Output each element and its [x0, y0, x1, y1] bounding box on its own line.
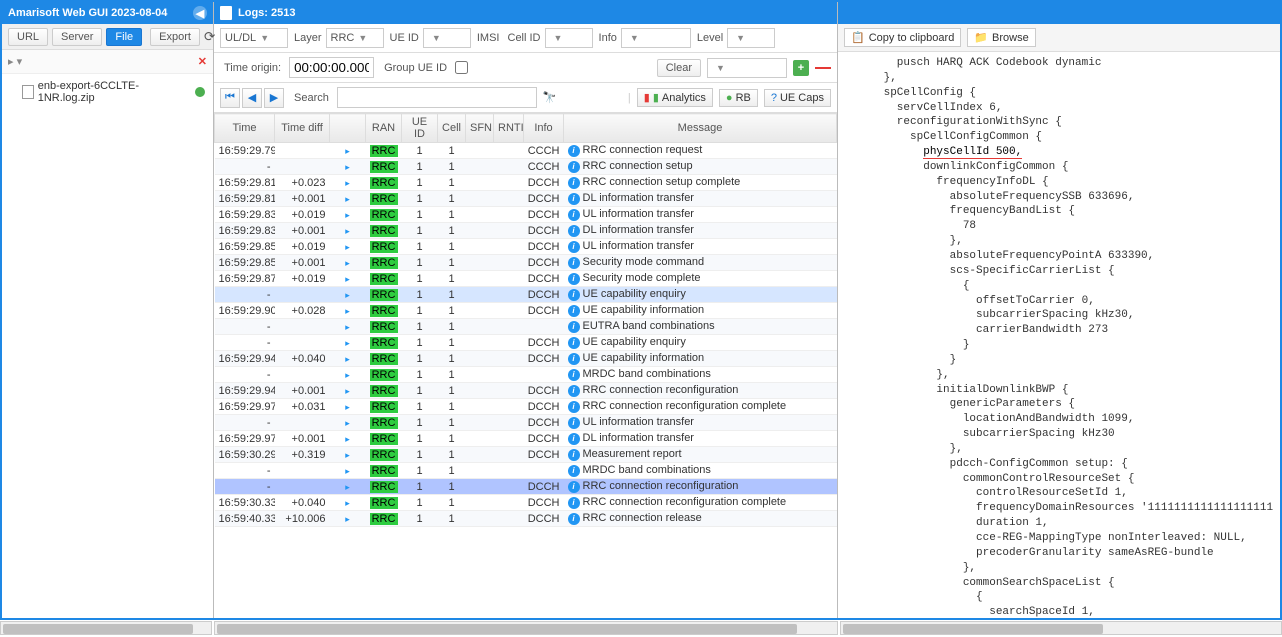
tab-server[interactable]: Server [52, 28, 102, 46]
browse-button[interactable]: 📁Browse [967, 28, 1035, 47]
analytics-tab[interactable]: ▮▮Analytics [637, 88, 713, 107]
clipboard-icon: 📋 [851, 31, 865, 44]
level-combo[interactable]: ▼ [727, 28, 775, 48]
file-tree: enb-export-6CCLTE-1NR.log.zip [2, 74, 213, 110]
log-row[interactable]: -▸RRC11DCCHiUE capability enquiry [215, 287, 837, 303]
log-row[interactable]: 16:59:29.942+0.001▸RRC11DCCHiRRC connect… [215, 383, 837, 399]
time-origin-input[interactable] [289, 57, 374, 78]
log-row[interactable]: -▸RRC11CCCHiRRC connection setup [215, 159, 837, 175]
log-row[interactable]: 16:59:29.854+0.001▸RRC11DCCHiSecurity mo… [215, 255, 837, 271]
log-row[interactable]: 16:59:29.833+0.019▸RRC11DCCHiUL informat… [215, 207, 837, 223]
log-row[interactable]: 16:59:29.901+0.028▸RRC11DCCHiUE capabili… [215, 303, 837, 319]
info-combo[interactable]: ▼ [621, 28, 691, 48]
doc-icon [220, 6, 232, 20]
collapse-left-icon[interactable]: ◀ [193, 6, 207, 20]
log-row[interactable]: -▸RRC11iMRDC band combinations [215, 367, 837, 383]
detail-titlebar [838, 2, 1280, 24]
log-row[interactable]: 16:59:29.814+0.001▸RRC11DCCHiDL informat… [215, 191, 837, 207]
nav-first-icon[interactable]: ⏮ [220, 88, 240, 108]
check-icon [195, 87, 205, 97]
app-title: Amarisoft Web GUI 2023-08-04 [8, 7, 167, 19]
log-grid[interactable]: TimeTime diff RANUE IDCellSFNRNTIInfoMess… [214, 113, 837, 618]
time-origin-label: Time origin: [224, 62, 281, 74]
search-input[interactable] [337, 87, 537, 108]
col-header[interactable] [330, 114, 366, 143]
col-header[interactable]: UE ID [402, 114, 438, 143]
tree-item[interactable]: enb-export-6CCLTE-1NR.log.zip [6, 78, 209, 106]
filter-bar: UL/DL▼ Layer RRC▼ UE ID ▼ IMSI Cell ID ▼… [214, 24, 837, 53]
col-header[interactable]: RNTI [494, 114, 524, 143]
message-detail[interactable]: pusch HARQ ACK Codebook dynamic }, spCel… [838, 52, 1280, 618]
col-header[interactable]: Cell [438, 114, 466, 143]
ueid-combo[interactable]: ▼ [423, 28, 471, 48]
tab-url[interactable]: URL [8, 28, 48, 46]
remove-icon[interactable] [815, 67, 831, 69]
col-header[interactable]: SFN [466, 114, 494, 143]
copy-clipboard-button[interactable]: 📋Copy to clipboard [844, 28, 961, 47]
log-row[interactable]: -▸RRC11iEUTRA band combinations [215, 319, 837, 335]
log-row[interactable]: -▸RRC11DCCHiRRC connection reconfigurati… [215, 479, 837, 495]
detail-toolbar: 📋Copy to clipboard 📁Browse [838, 24, 1280, 52]
log-row[interactable]: 16:59:29.941+0.040▸RRC11DCCHiUE capabili… [215, 351, 837, 367]
horizontal-scrollbars[interactable] [0, 621, 1282, 637]
log-row[interactable]: -▸RRC11iMRDC band combinations [215, 463, 837, 479]
tree-toolbar: ▸ ▾ ✕ [2, 50, 213, 74]
col-header[interactable]: Time [215, 114, 275, 143]
info-label: Info [599, 32, 617, 44]
binoculars-icon[interactable]: 🔭 [543, 91, 557, 104]
file-icon [22, 85, 34, 99]
tree-item-label: enb-export-6CCLTE-1NR.log.zip [38, 80, 192, 104]
cellid-combo[interactable]: ▼ [545, 28, 593, 48]
log-row[interactable]: 16:59:29.790▸RRC11CCCHiRRC connection re… [215, 143, 837, 159]
uecaps-tab[interactable]: ?UE Caps [764, 89, 831, 107]
uldl-combo[interactable]: UL/DL▼ [220, 28, 288, 48]
logs-panel: Logs: 2513 UL/DL▼ Layer RRC▼ UE ID ▼ IMS… [214, 2, 838, 618]
logs-title: Logs: 2513 [238, 7, 295, 19]
log-row[interactable]: -▸RRC11DCCHiUL information transfer [215, 415, 837, 431]
search-bar: ⏮ ◀ ▶ Search 🔭 | ▮▮Analytics ●RB ?UE Cap… [214, 83, 837, 113]
folder-icon: 📁 [974, 31, 988, 44]
log-row[interactable]: 16:59:29.974+0.001▸RRC11DCCHiDL informat… [215, 431, 837, 447]
logs-titlebar: Logs: 2513 [214, 2, 837, 24]
group-ueid-checkbox[interactable] [455, 61, 468, 74]
search-label: Search [294, 92, 329, 104]
layer-combo[interactable]: RRC▼ [326, 28, 384, 48]
log-row[interactable]: 16:59:29.834+0.001▸RRC11DCCHiDL informat… [215, 223, 837, 239]
group-ueid-label: Group UE ID [384, 62, 447, 74]
col-header[interactable]: Info [524, 114, 564, 143]
nav-next-icon[interactable]: ▶ [264, 88, 284, 108]
app-titlebar: Amarisoft Web GUI 2023-08-04 ◀ [2, 2, 213, 24]
log-row[interactable]: 16:59:30.333+0.040▸RRC11DCCHiRRC connect… [215, 495, 837, 511]
clear-button[interactable]: Clear [657, 59, 701, 77]
expand-icon[interactable]: ▸ ▾ [8, 55, 22, 68]
log-row[interactable]: 16:59:29.813+0.023▸RRC11DCCHiRRC connect… [215, 175, 837, 191]
time-bar: Time origin: Group UE ID Clear ▼ + [214, 53, 837, 83]
log-row[interactable]: 16:59:29.873+0.019▸RRC11DCCHiSecurity mo… [215, 271, 837, 287]
cellid-label: Cell ID [508, 32, 541, 44]
rb-tab[interactable]: ●RB [719, 89, 758, 107]
log-row[interactable]: -▸RRC11DCCHiUE capability enquiry [215, 335, 837, 351]
col-header[interactable]: RAN [366, 114, 402, 143]
log-row[interactable]: 16:59:30.293+0.319▸RRC11DCCHiMeasurement… [215, 447, 837, 463]
layer-label: Layer [294, 32, 322, 44]
nav-prev-icon[interactable]: ◀ [242, 88, 262, 108]
log-row[interactable]: 16:59:29.853+0.019▸RRC11DCCHiUL informat… [215, 239, 837, 255]
close-icon[interactable]: ✕ [198, 55, 207, 68]
level-label: Level [697, 32, 723, 44]
add-icon[interactable]: + [793, 60, 809, 76]
preset-combo[interactable]: ▼ [707, 58, 787, 78]
log-row[interactable]: 16:59:29.973+0.031▸RRC11DCCHiRRC connect… [215, 399, 837, 415]
export-button[interactable]: Export [150, 28, 200, 46]
left-panel: Amarisoft Web GUI 2023-08-04 ◀ URL Serve… [2, 2, 214, 618]
ueid-label: UE ID [390, 32, 419, 44]
col-header[interactable]: Message [564, 114, 837, 143]
col-header[interactable]: Time diff [275, 114, 330, 143]
source-tabs: URL Server File Export ⟳ [2, 24, 213, 50]
detail-panel: 📋Copy to clipboard 📁Browse pusch HARQ AC… [838, 2, 1280, 618]
log-row[interactable]: 16:59:40.339+10.006▸RRC11DCCHiRRC connec… [215, 511, 837, 527]
tab-file[interactable]: File [106, 28, 142, 46]
imsi-label: IMSI [477, 32, 500, 44]
